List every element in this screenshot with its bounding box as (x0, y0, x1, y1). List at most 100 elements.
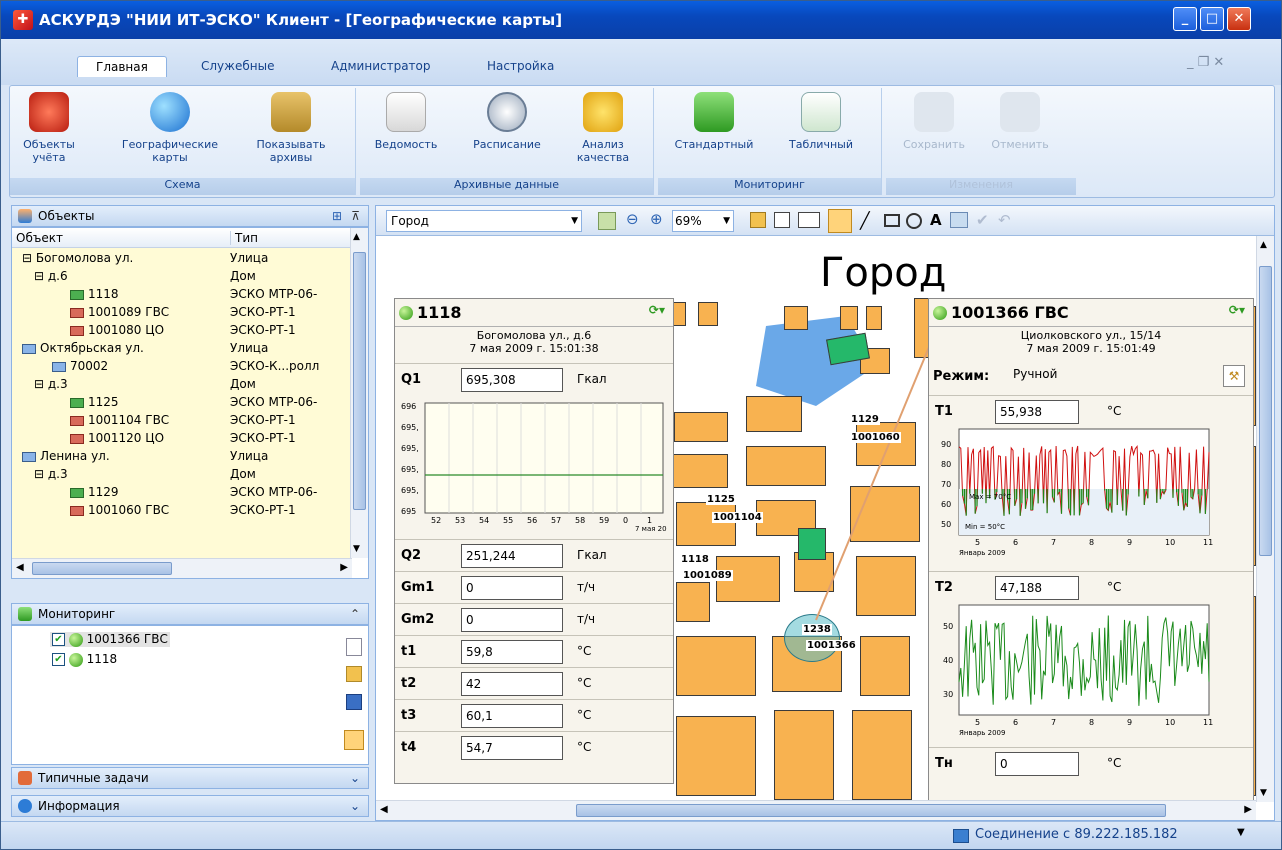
quality-analysis-button[interactable]: Анализ качества (566, 92, 640, 164)
schedule-button[interactable]: Расписание (462, 92, 552, 151)
tree-row[interactable]: ⊟ Богомолова ул. Улица (12, 251, 352, 269)
map-horizontal-scrollbar[interactable]: ◀ ▶ (376, 800, 1256, 820)
geo-maps-button[interactable]: Географические карты (110, 92, 230, 164)
frame-icon[interactable] (774, 212, 790, 228)
tree-row[interactable]: 1118 ЭСКО МТР-06- (12, 287, 352, 305)
scroll-down-icon[interactable]: ▼ (1260, 788, 1267, 798)
tree-row[interactable]: 1125 ЭСКО МТР-06- (12, 395, 352, 413)
expand-icon[interactable]: ⌄ (350, 771, 360, 785)
zoom-select[interactable]: 69% ▼ (672, 210, 734, 232)
statement-button[interactable]: Ведомость (366, 92, 446, 151)
param-value-field[interactable]: 55,938 (995, 400, 1079, 424)
maximize-button[interactable]: □ (1200, 7, 1224, 31)
tree-horizontal-scrollbar[interactable]: ◀ ▶ (12, 558, 352, 578)
tabular-button[interactable]: Табличный (774, 92, 868, 151)
title-bar[interactable]: ✚ АСКУРДЭ "НИИ ИТ-ЭСКО" Клиент - [Геогра… (1, 1, 1281, 39)
tree-toggle-icon[interactable]: ⊟ (34, 269, 48, 283)
scroll-right-icon[interactable]: ▶ (340, 562, 348, 573)
refresh-icon[interactable]: ⟳▾ (649, 303, 665, 317)
monitoring-item-1[interactable]: ✔ 1001366 ГВС (50, 632, 170, 647)
tree-row[interactable]: Ленина ул. Улица (12, 449, 352, 467)
objects-button[interactable]: Объекты учёта (16, 92, 82, 164)
tree-toggle-icon[interactable]: ⊟ (34, 377, 48, 391)
marker-label[interactable]: 1125 (706, 494, 736, 505)
col-object[interactable]: Объект (16, 231, 63, 245)
map-vertical-scrollbar[interactable]: ▲ ▼ (1256, 236, 1274, 802)
marker-label[interactable]: 1001089 (682, 570, 733, 581)
tree-row[interactable]: 1001104 ГВС ЭСКО-РТ-1 (12, 413, 352, 431)
tree-row[interactable]: 1001060 ГВС ЭСКО-РТ-1 (12, 503, 352, 521)
text-tool-icon[interactable]: A (930, 211, 942, 229)
tree-row[interactable]: ⊟ д.3 Дом (12, 467, 352, 485)
tab-main[interactable]: Главная (77, 56, 167, 77)
tree-toggle-icon[interactable]: ⊟ (34, 467, 48, 481)
tree-row[interactable]: 1001089 ГВС ЭСКО-РТ-1 (12, 305, 352, 323)
line-tool-icon[interactable]: ╱ (860, 211, 870, 230)
marker-label[interactable]: 1129 (850, 414, 880, 425)
show-archives-button[interactable]: Показывать архивы (248, 92, 334, 164)
dropdown-arrow-icon[interactable]: ▼ (723, 211, 730, 231)
pan-icon[interactable] (828, 209, 852, 233)
new-document-icon[interactable] (346, 638, 362, 656)
marker-label[interactable]: 1001366 (806, 640, 857, 651)
param-value-field[interactable]: 59,8 (461, 640, 563, 664)
scroll-left-icon[interactable]: ◀ (16, 562, 24, 573)
device-panel-1118[interactable]: 1118 ⟳▾ Богомолова ул., д.6 7 мая 2009 г… (394, 298, 674, 784)
pin-icon[interactable]: ⊼ (351, 209, 360, 223)
cancel-icon[interactable]: ↶ (998, 211, 1011, 229)
param-value-field[interactable]: 695,308 (461, 368, 563, 392)
scroll-down-icon[interactable]: ▼ (353, 544, 360, 554)
param-value-field[interactable]: 251,244 (461, 544, 563, 568)
tree-row[interactable]: ⊟ д.6 Дом (12, 269, 352, 287)
typical-tasks-header[interactable]: Типичные задачи ⌄ (11, 767, 369, 789)
scroll-up-icon[interactable]: ▲ (353, 232, 360, 242)
zoom-in-icon[interactable]: ⊕ (650, 210, 663, 228)
tree-row[interactable]: ⊟ д.3 Дом (12, 377, 352, 395)
undo-button[interactable]: Отменить (980, 92, 1060, 151)
tree-row[interactable]: 1129 ЭСКО МТР-06- (12, 485, 352, 503)
standard-button[interactable]: Стандартный (664, 92, 764, 151)
save-button[interactable]: Сохранить (894, 92, 974, 151)
marker-label[interactable]: 1001104 (712, 512, 763, 523)
param-value-field[interactable]: 60,1 (461, 704, 563, 728)
tree-structure-icon[interactable]: ⊞ (332, 209, 342, 223)
param-value-field[interactable]: 42 (461, 672, 563, 696)
tree-vertical-scrollbar[interactable]: ▲ ▼ (350, 228, 368, 558)
properties-icon[interactable] (950, 212, 968, 228)
param-value-field[interactable]: 0 (995, 752, 1079, 776)
expand-icon[interactable]: ⌄ (350, 799, 360, 813)
map-image-icon[interactable] (598, 212, 616, 230)
tree-row[interactable]: 70002 ЭСКО-К...ролл (12, 359, 352, 377)
checkbox-2[interactable]: ✔ (52, 653, 65, 666)
zoom-out-icon[interactable]: ⊖ (626, 210, 639, 228)
tree-row[interactable]: Октябрьская ул. Улица (12, 341, 352, 359)
connection-status[interactable]: Соединение с 89.222.185.182 (975, 827, 1178, 842)
layer-select[interactable]: Город ▼ (386, 210, 582, 232)
status-dropdown-icon[interactable]: ▼ (1237, 827, 1245, 838)
marker-label[interactable]: 1238 (802, 624, 832, 635)
map-vscroll-thumb[interactable] (1259, 266, 1272, 556)
tree-hscroll-thumb[interactable] (32, 562, 172, 575)
mdi-controls-icon[interactable]: _ ❐ ✕ (1187, 55, 1224, 70)
apply-icon[interactable]: ✔ (976, 211, 989, 229)
layers-icon[interactable] (798, 212, 820, 228)
tab-settings[interactable]: Настройка (487, 59, 554, 73)
open-folder-icon[interactable] (346, 666, 362, 682)
scroll-right-icon[interactable]: ▶ (1244, 804, 1252, 815)
close-button[interactable]: ✕ (1227, 7, 1251, 31)
settings-icon[interactable] (344, 730, 364, 750)
marker-label[interactable]: 1118 (680, 554, 710, 565)
lock-icon[interactable] (750, 212, 766, 228)
marker-label[interactable]: 1001060 (850, 432, 901, 443)
dropdown-arrow-icon[interactable]: ▼ (571, 211, 578, 231)
tree-row[interactable]: 1001120 ЦО ЭСКО-РТ-1 (12, 431, 352, 449)
tree-scroll-thumb[interactable] (353, 252, 366, 510)
param-value-field[interactable]: 0 (461, 608, 563, 632)
col-type[interactable]: Тип (230, 231, 258, 245)
rectangle-tool-icon[interactable] (884, 214, 900, 227)
checkbox-1[interactable]: ✔ (52, 633, 65, 646)
tree-toggle-icon[interactable]: ⊟ (22, 251, 36, 265)
tab-service[interactable]: Служебные (201, 59, 274, 73)
minimize-button[interactable]: _ (1173, 7, 1197, 31)
device-panel-1001366[interactable]: 1001366 ГВС ⟳▾ Циолковского ул., 15/14 7… (928, 298, 1254, 802)
